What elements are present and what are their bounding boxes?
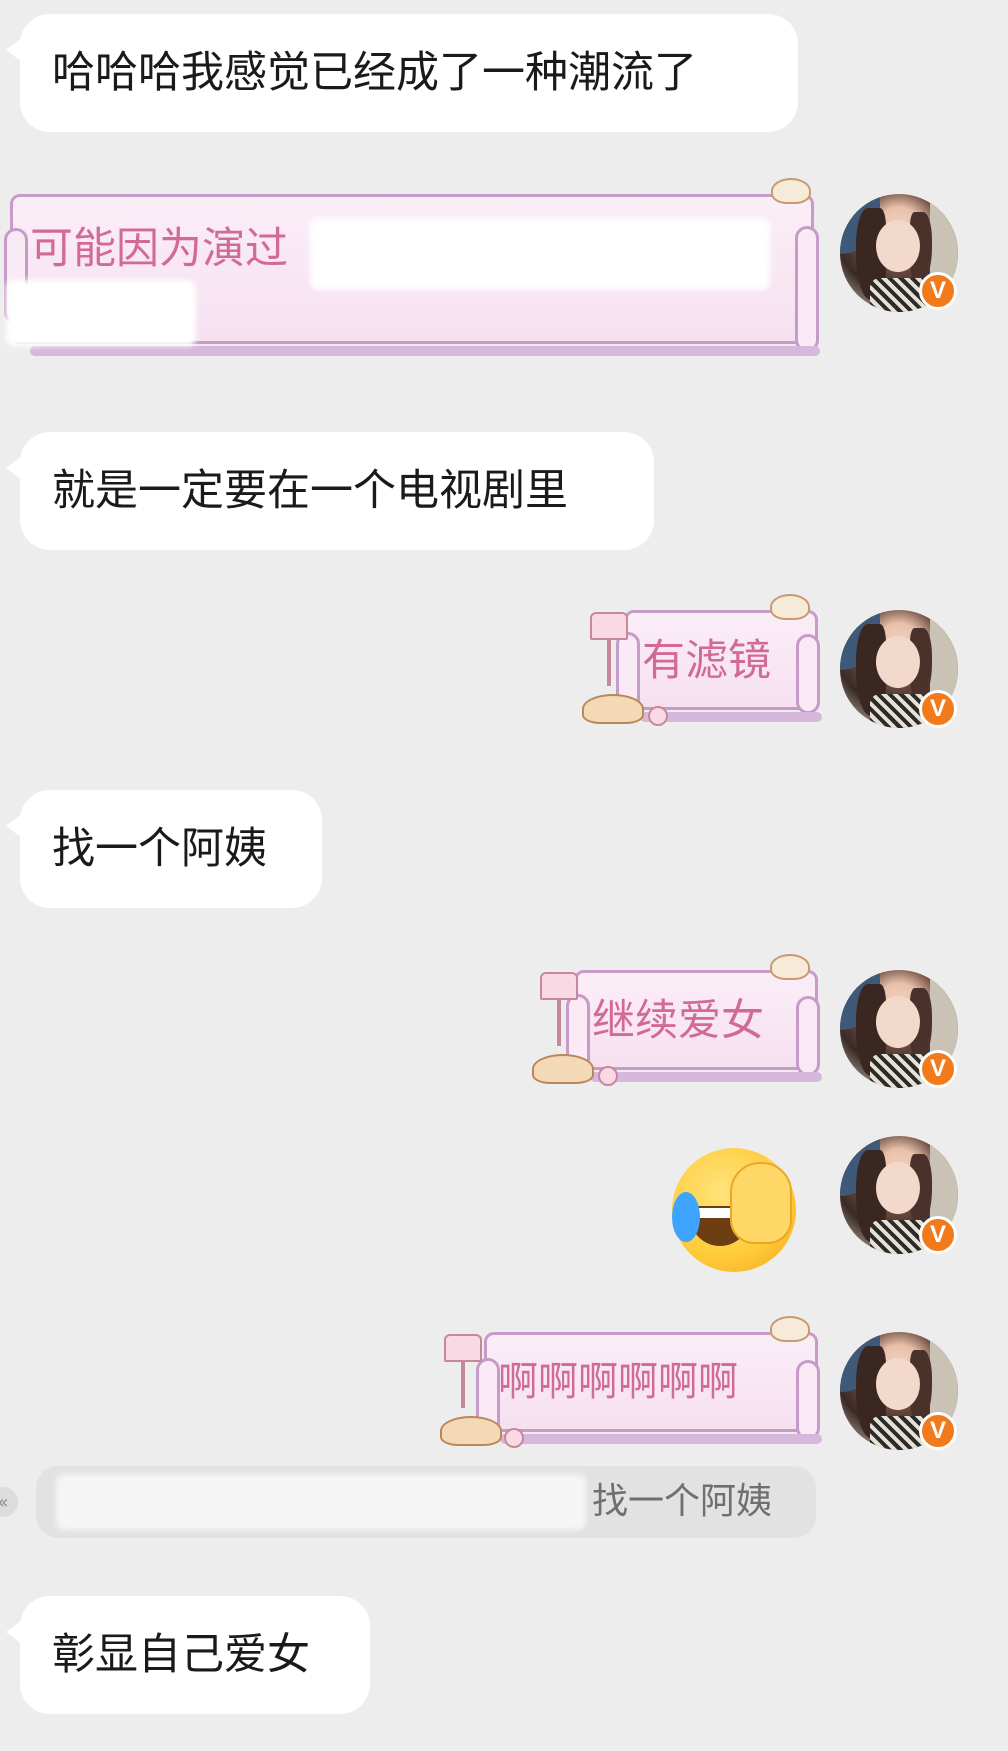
message-text: 彰显自己爱女 bbox=[52, 1629, 310, 1680]
sleeping-cat-icon bbox=[440, 1416, 502, 1446]
message-text: 有滤镜 bbox=[642, 636, 771, 686]
message-bubble-received[interactable]: 找一个阿姨 bbox=[6, 790, 322, 908]
message-text: 哈哈哈我感觉已经成了一种潮流了 bbox=[52, 47, 697, 98]
cat-decoration-icon bbox=[770, 1316, 810, 1342]
message-bubble-sent[interactable]: 啊啊啊啊啊啊 bbox=[440, 1316, 830, 1456]
message-bubble-received[interactable]: 彰显自己爱女 bbox=[6, 1596, 370, 1714]
scroll-shadow bbox=[500, 1434, 822, 1444]
yarn-ball-icon bbox=[598, 1066, 618, 1086]
scroll-rod-right bbox=[796, 634, 820, 714]
sleeping-cat-icon bbox=[532, 1054, 594, 1084]
verified-badge-icon: V bbox=[919, 1216, 957, 1254]
redacted-text bbox=[6, 280, 196, 346]
cat-decoration-icon bbox=[770, 954, 810, 980]
verified-badge-icon: V bbox=[919, 690, 957, 728]
message-text: 啊啊啊啊啊啊 bbox=[498, 1359, 738, 1405]
bubble-tail bbox=[6, 814, 22, 838]
sleeping-cat-icon bbox=[582, 694, 644, 724]
bubble-tail bbox=[6, 38, 22, 62]
message-bubble-received[interactable]: 就是一定要在一个电视剧里 bbox=[6, 432, 654, 550]
yarn-ball-icon bbox=[648, 706, 668, 726]
message-bubble-sent[interactable]: 可能因为演过 bbox=[0, 178, 830, 368]
scroll-shadow bbox=[30, 346, 820, 356]
quote-marker-icon: « bbox=[0, 1487, 18, 1517]
message-bubble-received[interactable]: 哈哈哈我感觉已经成了一种潮流了 bbox=[6, 14, 798, 132]
scroll-rod-right bbox=[795, 226, 819, 352]
facepalm-laugh-cry-emoji-icon[interactable] bbox=[672, 1148, 796, 1272]
bubble-tail bbox=[6, 456, 22, 480]
quoted-message-text: 找一个阿姨 bbox=[592, 1481, 773, 1522]
scroll-rod-right bbox=[796, 996, 820, 1076]
message-bubble-sent[interactable]: 继续爱女 bbox=[530, 954, 830, 1094]
message-text: 找一个阿姨 bbox=[52, 823, 267, 874]
verified-badge-icon: V bbox=[919, 1050, 957, 1088]
cat-decoration-icon bbox=[771, 178, 811, 204]
bubble-tail bbox=[6, 1620, 22, 1644]
scroll-shadow bbox=[590, 1072, 822, 1082]
redacted-text bbox=[310, 218, 770, 290]
redacted-text bbox=[56, 1474, 586, 1530]
yarn-ball-icon bbox=[504, 1428, 524, 1448]
cat-decoration-icon bbox=[770, 594, 810, 620]
verified-badge-icon: V bbox=[919, 272, 957, 310]
quoted-message[interactable]: 找一个阿姨 bbox=[36, 1466, 816, 1538]
message-text: 可能因为演过 bbox=[30, 224, 288, 274]
message-text: 继续爱女 bbox=[592, 996, 764, 1046]
message-text: 就是一定要在一个电视剧里 bbox=[52, 465, 568, 516]
message-bubble-sent[interactable]: 有滤镜 bbox=[580, 594, 830, 734]
verified-badge-icon: V bbox=[919, 1412, 957, 1450]
scroll-rod-right bbox=[796, 1360, 820, 1440]
